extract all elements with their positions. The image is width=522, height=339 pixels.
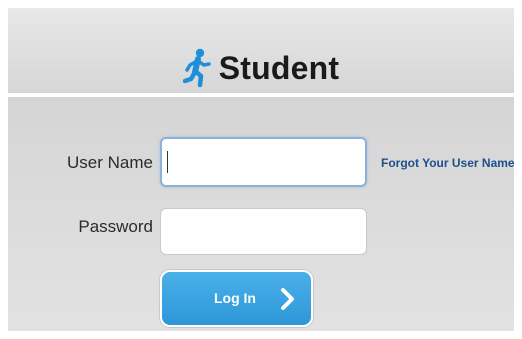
page-title-group: Student <box>8 46 514 90</box>
login-button-label: Log In <box>214 290 256 306</box>
header-bar: Student <box>8 8 514 93</box>
username-label: User Name <box>67 153 153 172</box>
page-title: Student <box>218 49 340 86</box>
login-form: User Name Forgot Your User Name? Passwor… <box>8 97 514 331</box>
password-label: Password <box>78 217 153 236</box>
runner-icon <box>182 48 211 88</box>
login-panel: Student User Name Forgot Your User Name?… <box>8 8 514 331</box>
password-input[interactable] <box>160 208 367 255</box>
forgot-username-link[interactable]: Forgot Your User Name? <box>381 156 514 170</box>
login-button[interactable]: Log In <box>160 270 313 327</box>
chevron-right-icon <box>281 288 294 310</box>
username-input[interactable] <box>160 137 367 187</box>
text-caret <box>167 151 168 173</box>
